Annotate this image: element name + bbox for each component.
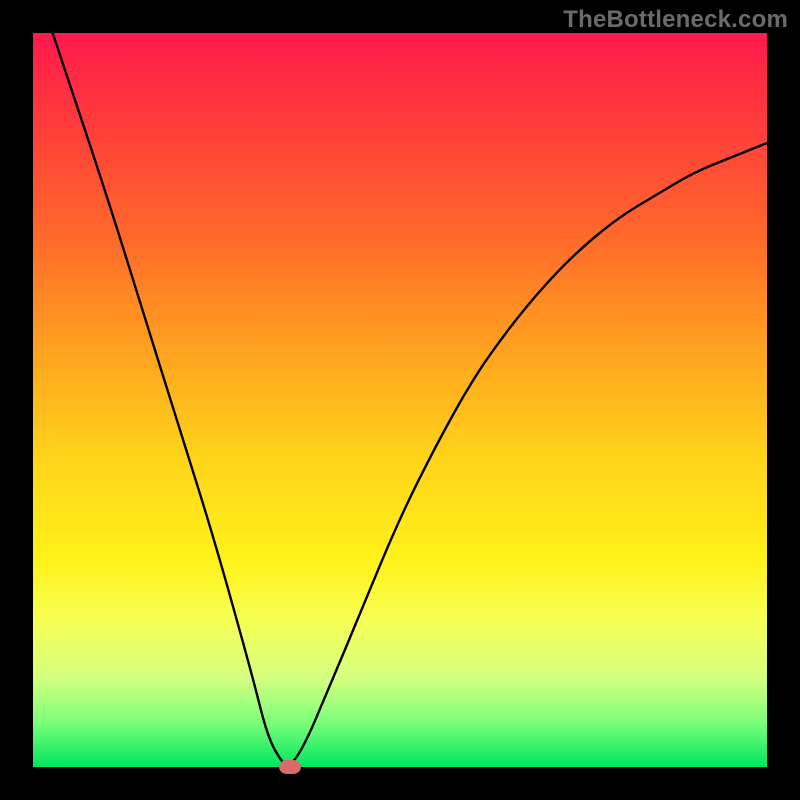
optimal-marker (279, 760, 301, 774)
chart-frame: TheBottleneck.com (0, 0, 800, 800)
watermark-text: TheBottleneck.com (563, 6, 788, 34)
plot-area (33, 33, 767, 767)
